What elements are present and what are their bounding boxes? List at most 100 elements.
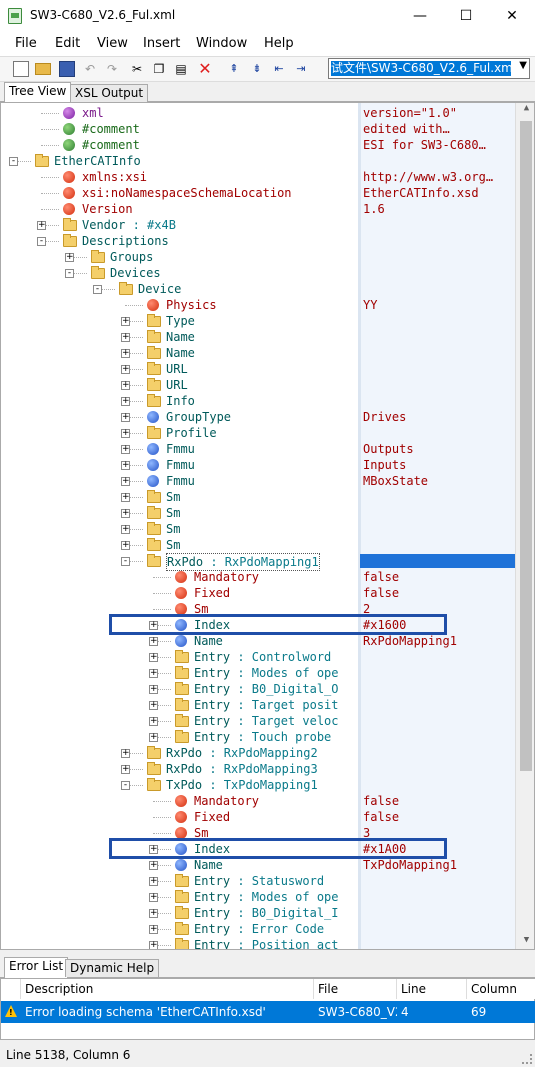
tree-row[interactable]: Fixed false (1, 585, 515, 601)
node-label[interactable]: GroupType (166, 409, 231, 425)
tree-row[interactable]: + Info (1, 393, 515, 409)
expand-node-icon[interactable]: + (121, 477, 130, 486)
tree-row[interactable]: + Name (1, 329, 515, 345)
node-label[interactable]: #comment (82, 121, 140, 137)
expand-node-icon[interactable]: + (121, 333, 130, 342)
tree-row[interactable]: - EtherCATInfo (1, 153, 515, 169)
node-value[interactable]: Outputs (363, 441, 515, 457)
node-label[interactable]: Type (166, 313, 195, 329)
node-label[interactable]: Mandatory (194, 793, 259, 809)
scrollbar-thumb[interactable] (520, 121, 532, 771)
expand-node-icon[interactable]: + (149, 925, 158, 934)
table-row[interactable]: ! Error loading schema 'EtherCATInfo.xsd… (1, 1001, 535, 1023)
node-label[interactable]: Entry : Touch probe (194, 729, 331, 745)
expand-node-icon[interactable]: + (121, 541, 130, 550)
vertical-scrollbar[interactable]: ▲ ▼ (515, 103, 534, 949)
node-value[interactable]: false (363, 809, 515, 825)
node-label[interactable]: Sm (166, 537, 180, 553)
tree-row[interactable]: Physics YY (1, 297, 515, 313)
node-label[interactable]: Name (194, 633, 223, 649)
tree-row[interactable]: Version 1.6 (1, 201, 515, 217)
tree-row[interactable]: + Name RxPdoMapping1 (1, 633, 515, 649)
scroll-up-icon[interactable]: ▲ (516, 103, 534, 119)
expand-node-icon[interactable]: + (149, 669, 158, 678)
node-label[interactable]: Entry : Target veloc (194, 713, 339, 729)
node-label[interactable]: Entry : Controlword (194, 649, 331, 665)
node-value[interactable]: false (363, 585, 515, 601)
node-value[interactable]: Inputs (363, 457, 515, 473)
tree-row[interactable]: + Entry : Modes of ope (1, 889, 515, 905)
collapse-node-icon[interactable]: - (65, 269, 74, 278)
tree-row[interactable]: + Name (1, 345, 515, 361)
tree-row[interactable]: - RxPdo : RxPdoMapping1 (1, 553, 515, 571)
node-label[interactable]: Fmmu (166, 473, 195, 489)
tree-row[interactable]: + URL (1, 377, 515, 393)
node-value[interactable]: http://www.w3.org… (363, 169, 515, 185)
expand-node-icon[interactable]: + (37, 221, 46, 230)
tree-row[interactable]: + Groups (1, 249, 515, 265)
tree-row[interactable]: + Vendor : #x4B (1, 217, 515, 233)
node-label[interactable]: Device (138, 281, 181, 297)
tree-row[interactable]: - Devices (1, 265, 515, 281)
expand-node-icon[interactable]: + (121, 525, 130, 534)
tree-row[interactable]: + Entry : Target posit (1, 697, 515, 713)
menu-insert[interactable]: Insert (143, 36, 180, 51)
scroll-down-icon[interactable]: ▼ (516, 935, 534, 949)
expand-node-icon[interactable]: + (121, 365, 130, 374)
column-header-line[interactable]: Line (397, 979, 467, 999)
expand-node-icon[interactable]: + (121, 397, 130, 406)
expand-node-icon[interactable]: + (121, 765, 130, 774)
tree-row[interactable]: + Entry : B0_Digital_O (1, 681, 515, 697)
node-label[interactable]: RxPdo : RxPdoMapping2 (166, 745, 318, 761)
node-label[interactable]: Groups (110, 249, 153, 265)
collapse-node-icon[interactable]: - (37, 237, 46, 246)
node-label[interactable]: Devices (110, 265, 161, 281)
node-label[interactable]: Fixed (194, 585, 230, 601)
tree-row[interactable]: + URL (1, 361, 515, 377)
tree-row[interactable]: #comment ESI for SW3-C680… (1, 137, 515, 153)
move-left-icon[interactable]: ⇤ (271, 61, 287, 77)
node-value[interactable]: false (363, 793, 515, 809)
node-label[interactable]: xml (82, 105, 104, 121)
redo-icon[interactable]: ↷ (104, 61, 120, 77)
delete-icon[interactable]: ✕ (197, 61, 213, 77)
node-label[interactable]: Sm (166, 505, 180, 521)
tree-row[interactable]: Fixed false (1, 809, 515, 825)
node-label[interactable]: #comment (82, 137, 140, 153)
tree-row[interactable]: - TxPdo : TxPdoMapping1 (1, 777, 515, 793)
expand-node-icon[interactable]: + (149, 733, 158, 742)
menu-file[interactable]: File (15, 36, 37, 51)
menu-help[interactable]: Help (264, 36, 294, 51)
tree-row[interactable]: + Entry : Controlword (1, 649, 515, 665)
node-value[interactable]: YY (363, 297, 515, 313)
tree-row[interactable]: + Entry : Target veloc (1, 713, 515, 729)
close-button[interactable]: ✕ (489, 0, 535, 32)
node-value[interactable]: EtherCATInfo.xsd (363, 185, 515, 201)
node-value[interactable]: Drives (363, 409, 515, 425)
expand-node-icon[interactable]: + (149, 653, 158, 662)
node-label[interactable]: Info (166, 393, 195, 409)
expand-icon[interactable]: ⇞ (226, 61, 242, 77)
node-value[interactable]: RxPdoMapping1 (363, 633, 515, 649)
tree-row[interactable]: + Entry : Modes of ope (1, 665, 515, 681)
tree-row[interactable]: - Device (1, 281, 515, 297)
expand-node-icon[interactable]: + (149, 941, 158, 949)
tab-dynamic-help[interactable]: Dynamic Help (65, 959, 160, 977)
minimize-button[interactable]: — (397, 0, 443, 32)
maximize-button[interactable]: ☐ (443, 0, 489, 32)
expand-node-icon[interactable]: + (121, 493, 130, 502)
node-label[interactable]: Name (166, 329, 195, 345)
tree-row[interactable]: #comment edited with… (1, 121, 515, 137)
tree-row[interactable]: Mandatory false (1, 793, 515, 809)
expand-node-icon[interactable]: + (149, 637, 158, 646)
tree-row[interactable]: + Fmmu Outputs (1, 441, 515, 457)
column-header-description[interactable]: Description (21, 979, 314, 999)
tree-row[interactable]: + Entry : Statusword (1, 873, 515, 889)
tree-row[interactable]: + Entry : Error Code (1, 921, 515, 937)
node-value[interactable]: version="1.0" (363, 105, 515, 121)
expand-node-icon[interactable]: + (121, 429, 130, 438)
tree-row[interactable]: + Entry : Position act (1, 937, 515, 949)
node-label[interactable]: Entry : Error Code (194, 921, 324, 937)
collapse-node-icon[interactable]: - (121, 781, 130, 790)
paste-icon[interactable]: ▤ (173, 61, 189, 77)
